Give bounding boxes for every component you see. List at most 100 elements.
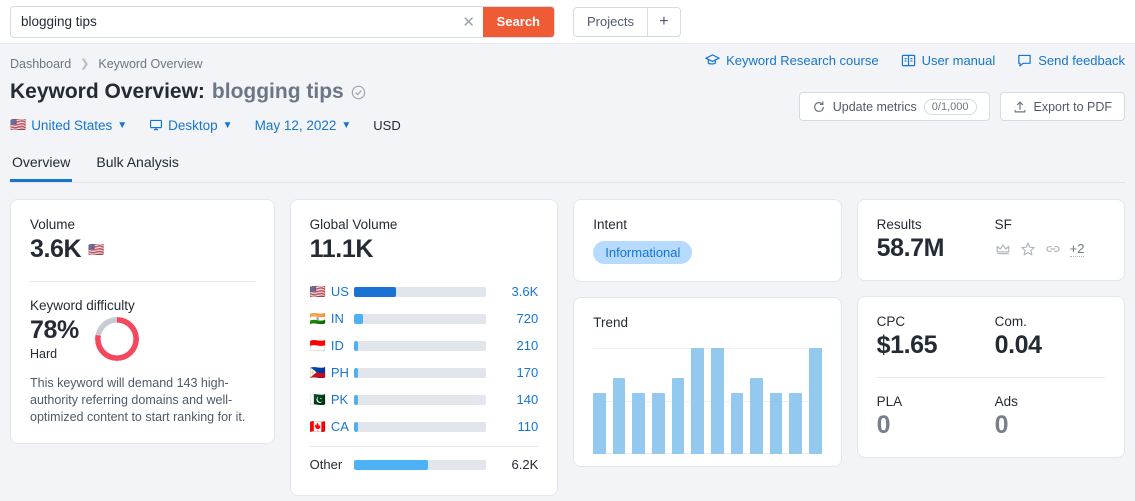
- update-metrics-counter: 0/1,000: [923, 98, 977, 115]
- results-value: 58.7M: [876, 234, 945, 262]
- sf-label: SF: [994, 217, 1012, 232]
- keyword-difficulty-row: 78% Hard: [30, 316, 255, 361]
- country-code[interactable]: 🇮🇳 IN: [310, 311, 354, 327]
- global-volume-other-row: Other 6.2K: [310, 451, 539, 478]
- top-links: Keyword Research course User manual Send…: [705, 47, 1125, 68]
- trend-label: Trend: [593, 315, 629, 330]
- volume-bar: [353, 286, 487, 297]
- trend-bar: [593, 392, 606, 454]
- graduation-cap-icon: [705, 54, 721, 65]
- volume-bar: [353, 367, 487, 378]
- add-project-icon[interactable]: +: [648, 8, 680, 36]
- global-volume-label: Global Volume: [309, 217, 398, 232]
- export-to-pdf-label: Export to PDF: [1033, 99, 1113, 114]
- country-volume-value: 3.6K: [511, 284, 539, 299]
- tab-overview[interactable]: Overview: [10, 150, 73, 182]
- results-label: Results: [876, 217, 922, 232]
- search-box[interactable]: ✕ Search: [10, 5, 555, 38]
- chevron-down-icon: ▼: [117, 119, 128, 131]
- device-filter[interactable]: Desktop ▼: [149, 117, 233, 133]
- crown-icon[interactable]: [995, 241, 1011, 257]
- global-volume-value: 11.1K: [309, 235, 374, 263]
- country-code[interactable]: 🇮🇩 ID: [310, 338, 354, 354]
- trend-bar: [750, 377, 763, 454]
- intent-label: Intent: [593, 217, 628, 232]
- global-volume-row: 🇮🇳 IN 720: [310, 305, 539, 332]
- speech-bubble-icon: [1018, 54, 1031, 67]
- export-to-pdf-button[interactable]: Export to PDF: [999, 92, 1125, 121]
- country-flag-icon: 🇵🇭: [309, 364, 326, 380]
- search-input[interactable]: [11, 6, 455, 37]
- country-volume-value: 170: [516, 365, 539, 380]
- global-volume-rows: 🇺🇸 US 3.6K 🇮🇳 IN 720 🇮🇩 ID 210 🇵🇭 PH 170 🇵🇰 PK 140 🇨🇦 CA…: [310, 278, 539, 440]
- volume-label: Volume: [30, 217, 76, 232]
- global-volume-other-label: Other: [309, 457, 343, 472]
- country-code[interactable]: 🇺🇸 US: [310, 284, 354, 300]
- country-flag-icon: 🇨🇦: [309, 418, 326, 434]
- us-flag-icon: 🇺🇸: [88, 241, 105, 257]
- intent-badge[interactable]: Informational: [593, 241, 693, 264]
- book-icon: [901, 54, 915, 67]
- send-feedback-link[interactable]: Send feedback: [1017, 53, 1125, 68]
- global-volume-other-value: 6.2K: [511, 457, 539, 472]
- country-code[interactable]: 🇨🇦 CA: [310, 419, 354, 435]
- country-volume-value: 720: [516, 311, 539, 326]
- chevron-down-icon: ▼: [222, 119, 233, 131]
- country-code-label: PH: [330, 365, 349, 380]
- cpc-card: CPC $1.65 Com. 0.04 PLA 0 Ads 0: [856, 296, 1125, 458]
- header-actions: Update metrics 0/1,000 Export to PDF: [798, 92, 1125, 121]
- global-volume-row: 🇺🇸 US 3.6K: [310, 278, 539, 305]
- sf-more-link[interactable]: +2: [1069, 241, 1085, 257]
- device-filter-label: Desktop: [168, 117, 218, 133]
- country-flag-icon: 🇺🇸: [309, 283, 326, 299]
- trend-bar: [789, 392, 802, 454]
- user-manual-link[interactable]: User manual: [901, 53, 996, 68]
- trend-bar: [652, 392, 665, 454]
- star-icon[interactable]: [1020, 241, 1036, 257]
- chevron-right-icon: ❯: [80, 58, 90, 70]
- divider: [876, 377, 1105, 378]
- tab-bar: Overview Bulk Analysis: [10, 150, 1125, 183]
- volume-bar: [353, 394, 487, 405]
- send-feedback-label: Send feedback: [1038, 53, 1125, 68]
- currency-label: USD: [373, 117, 401, 133]
- keyword-research-course-link[interactable]: Keyword Research course: [705, 53, 879, 68]
- intent-trend-column: Intent Informational Trend: [573, 199, 842, 467]
- country-volume-value: 210: [516, 338, 539, 353]
- trend-card: Trend: [573, 297, 842, 467]
- close-icon[interactable]: ✕: [454, 6, 483, 37]
- results-card: Results 58.7M SF +2: [856, 199, 1125, 281]
- country-code-label: IN: [330, 311, 344, 326]
- keyword-difficulty-label: Keyword difficulty: [30, 298, 135, 313]
- cpc-label: CPC: [876, 314, 906, 329]
- keyword-difficulty-value: 78%: [30, 316, 79, 344]
- top-search-bar: ✕ Search Projects +: [0, 0, 1135, 44]
- country-code[interactable]: 🇵🇭 PH: [310, 365, 354, 381]
- date-filter[interactable]: May 12, 2022 ▼: [255, 118, 352, 133]
- trend-bar: [671, 377, 685, 454]
- volume-card: Volume 3.6K 🇺🇸 Keyword difficulty 78% Ha…: [10, 199, 275, 444]
- projects-button[interactable]: Projects: [574, 7, 648, 36]
- global-volume-row: 🇨🇦 CA 110: [310, 413, 539, 440]
- search-button[interactable]: Search: [482, 6, 554, 37]
- country-code-label: PK: [330, 392, 349, 407]
- country-code[interactable]: 🇵🇰 PK: [310, 392, 354, 408]
- link-icon[interactable]: [1045, 241, 1061, 257]
- trend-bar: [769, 392, 783, 454]
- breadcrumb-item-dashboard[interactable]: Dashboard: [10, 57, 71, 71]
- country-volume-value: 110: [517, 419, 539, 434]
- country-code-label: ID: [330, 338, 344, 353]
- update-metrics-button[interactable]: Update metrics 0/1,000: [798, 92, 990, 121]
- divider: [30, 281, 255, 282]
- trend-bar: [710, 348, 724, 454]
- keyword-difficulty-description: This keyword will demand 143 high-author…: [30, 376, 246, 424]
- country-code-label: CA: [330, 419, 349, 434]
- tab-bulk-analysis[interactable]: Bulk Analysis: [94, 150, 180, 182]
- user-manual-label: User manual: [921, 53, 996, 68]
- country-filter[interactable]: 🇺🇸 United States ▼: [10, 117, 127, 133]
- monitor-icon: [150, 119, 163, 131]
- country-flag-icon: 🇵🇰: [309, 391, 326, 407]
- global-volume-row: 🇵🇭 PH 170: [310, 359, 539, 386]
- page-title-keyword: blogging tips: [211, 80, 344, 103]
- keyword-research-course-label: Keyword Research course: [726, 53, 879, 68]
